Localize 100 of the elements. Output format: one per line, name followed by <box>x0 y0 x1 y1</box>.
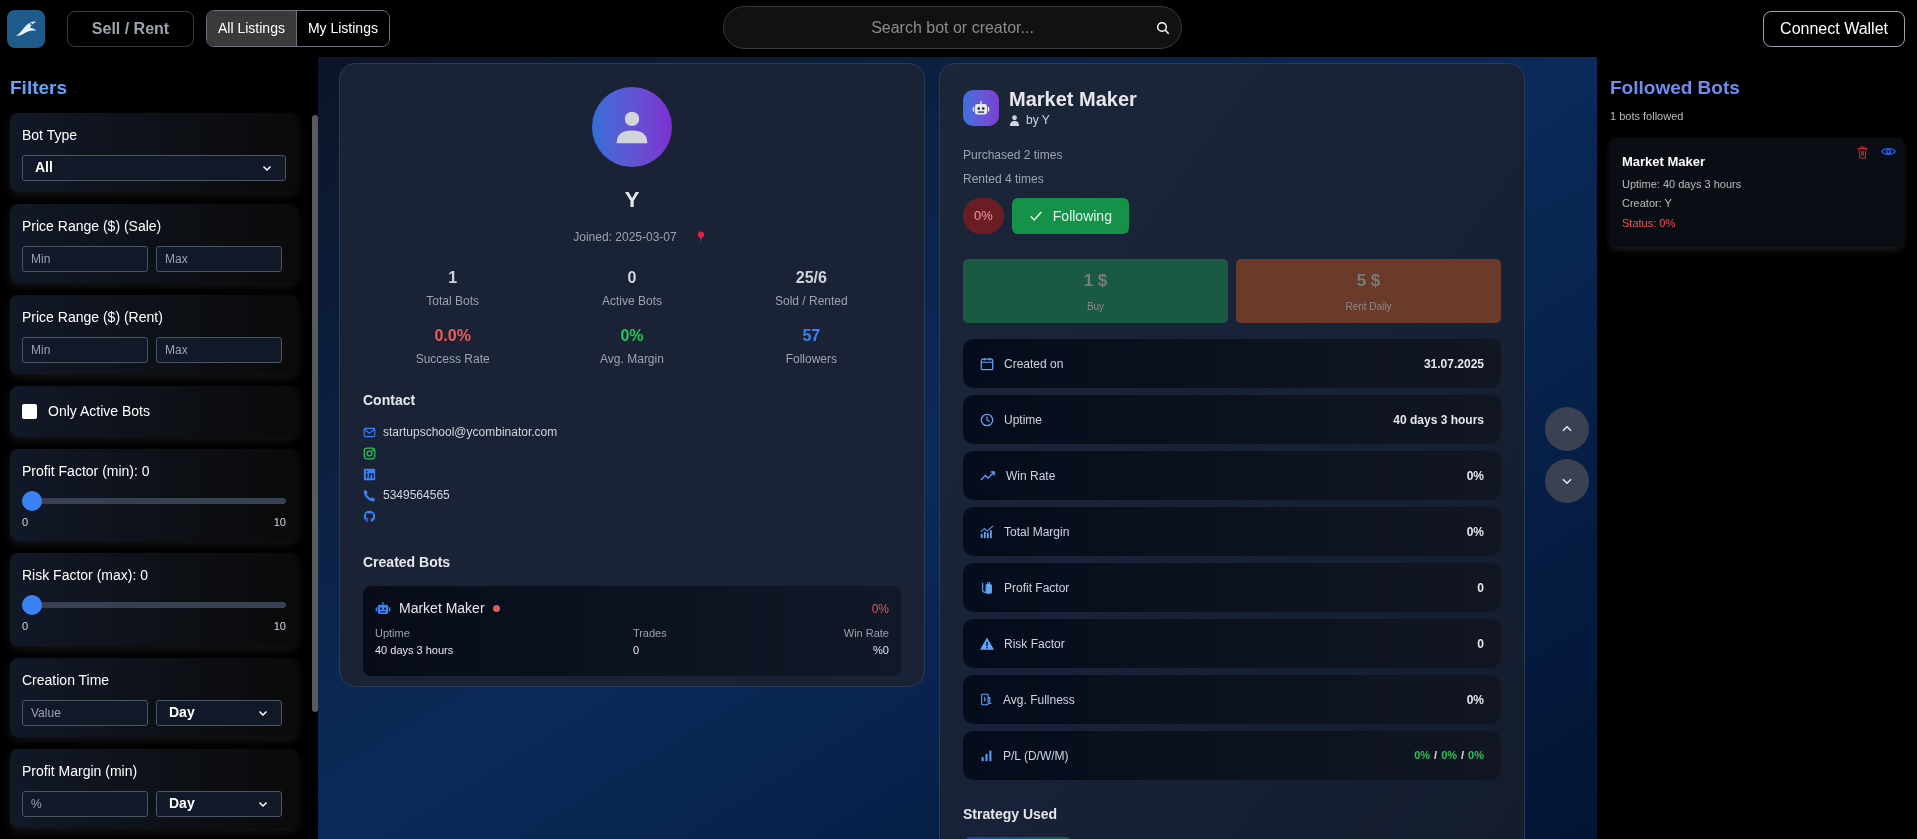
phone-icon <box>363 488 376 502</box>
email-text: startupschool@ycombinator.com <box>383 424 558 441</box>
separator-text: / <box>1461 748 1465 764</box>
envelope-icon <box>363 425 376 439</box>
stat-value: 0% <box>620 326 644 346</box>
section-title: Strategy Used <box>963 805 1059 824</box>
listing-tab[interactable]: All Listings <box>207 11 296 46</box>
stat-label: Avg. Margin <box>600 351 664 368</box>
value-input[interactable]: % <box>22 790 148 817</box>
stat-label: Total Margin <box>1004 523 1070 541</box>
column-label: Trades <box>632 626 668 641</box>
linkedin-icon <box>363 467 376 481</box>
joined-date: Joined: 2025-03-07 <box>573 229 677 246</box>
stat-value: 0 <box>1477 635 1484 653</box>
price-input[interactable]: Max <box>156 245 282 272</box>
slider-thumb[interactable] <box>22 595 42 615</box>
slider[interactable] <box>22 595 286 615</box>
sell-rent-button[interactable]: Sell / Rent <box>67 10 194 47</box>
checkbox[interactable] <box>22 403 37 419</box>
stat-value: 57 <box>802 326 821 346</box>
pl-value: 0% <box>1441 748 1458 764</box>
price-input[interactable]: Max <box>156 336 282 363</box>
stat-label: Success Rate <box>415 351 490 368</box>
stat-value: 25/6 <box>795 268 827 288</box>
check-icon <box>1028 209 1043 223</box>
range-max-label: 10 <box>273 619 286 634</box>
search-icon <box>1155 20 1171 36</box>
stat-label: Active Bots <box>601 293 662 310</box>
price-input[interactable]: Min <box>22 245 148 272</box>
dropdown-value: Day <box>169 703 195 722</box>
robot-icon <box>375 601 391 616</box>
range-min-label: 0 <box>22 514 29 530</box>
listing-tab[interactable]: My Listings <box>295 11 389 46</box>
stat-label: Uptime <box>1004 411 1042 429</box>
filter-label: Risk Factor (max): 0 <box>22 566 149 585</box>
filter-label: Creation Time <box>22 670 111 690</box>
stat-value: 1 <box>448 268 458 288</box>
checkbox-label: Only Active Bots <box>48 401 150 421</box>
dropdown[interactable]: Day <box>156 699 282 726</box>
trend-up-icon <box>980 470 996 481</box>
calendar-icon <box>980 356 994 371</box>
price-input[interactable]: Min <box>22 336 148 363</box>
creator-text: by Y <box>1026 112 1050 129</box>
followed-count: 1 bots followed <box>1610 108 1685 124</box>
column-label: Win Rate <box>843 626 889 641</box>
filter-label: Profit Margin (min) <box>22 761 139 781</box>
followed-bot-name: Market Maker <box>1622 153 1706 171</box>
column-value: %0 <box>873 642 889 658</box>
robot-icon <box>972 100 990 116</box>
dropdown-value: All <box>35 158 53 177</box>
rent-count: Rented 4 times <box>963 171 1045 188</box>
created-bot-card[interactable]: Market Maker 0% Uptime 40 days 3 hours Trades 0 Win Rate %0 <box>363 586 901 676</box>
bot-title: Market Maker <box>1009 87 1137 111</box>
filter-label: Price Range ($) (Sale) <box>22 216 163 236</box>
stat-value: 31.07.2025 <box>1423 355 1484 373</box>
battery-plug-icon <box>980 580 994 595</box>
value-input[interactable]: Value <box>22 699 148 726</box>
section-title: Created Bots <box>363 553 452 572</box>
rate-badge: 0% <box>963 198 1004 234</box>
stat-label: Profit Factor <box>1004 579 1070 597</box>
slider[interactable] <box>22 490 286 511</box>
delete-icon[interactable] <box>1857 146 1868 159</box>
column-value: 40 days 3 hours <box>375 642 455 658</box>
bar-chart-icon <box>980 749 993 762</box>
dropdown[interactable]: All <box>22 154 286 181</box>
sidebar-title: Filters <box>9 76 69 100</box>
bot-rate: 0% <box>871 600 889 618</box>
stat-label: Avg. Fullness <box>1003 691 1075 709</box>
bot-name: Market Maker <box>399 599 485 618</box>
scrollbar[interactable] <box>312 114 318 712</box>
pl-value: 0% <box>1414 748 1431 764</box>
stat-value: 0% <box>1466 523 1484 541</box>
warning-icon <box>980 637 994 650</box>
slider-thumb[interactable] <box>22 490 42 511</box>
follow-button[interactable]: Following <box>1011 198 1129 234</box>
profile-name: Y <box>624 186 640 214</box>
pl-value: 0% <box>1468 748 1484 764</box>
range-min-label: 0 <box>22 619 29 634</box>
purchase-count: Purchased 2 times <box>963 147 1064 164</box>
stat-value: 0.0% <box>434 326 471 346</box>
filter-label: Price Range ($) (Rent) <box>22 307 164 327</box>
eye-icon[interactable] <box>1881 146 1896 157</box>
stat-label: Sold / Rented <box>774 293 848 310</box>
column-label: Uptime <box>375 626 411 641</box>
stat-value: 0 <box>1477 579 1484 597</box>
creator-text: Creator: Y <box>1622 196 1673 211</box>
connect-wallet-button[interactable]: Connect Wallet <box>1763 10 1905 47</box>
logo-icon[interactable] <box>7 9 45 48</box>
dropdown-value: Day <box>169 794 195 813</box>
stat-label: Risk Factor <box>1004 635 1065 653</box>
stat-value: 0 <box>627 268 637 288</box>
filter-label: Profit Factor (min): 0 <box>22 461 151 481</box>
github-icon <box>363 509 376 523</box>
stat-label: P/L (D/W/M) <box>1003 747 1069 765</box>
dropdown[interactable]: Day <box>156 790 282 817</box>
range-max-label: 10 <box>273 514 286 530</box>
stat-value: 0% <box>1466 691 1484 709</box>
clock-icon <box>980 412 994 427</box>
stat-value: 40 days 3 hours <box>1393 411 1484 429</box>
search-field[interactable]: Search bot or creator... <box>723 6 1182 49</box>
